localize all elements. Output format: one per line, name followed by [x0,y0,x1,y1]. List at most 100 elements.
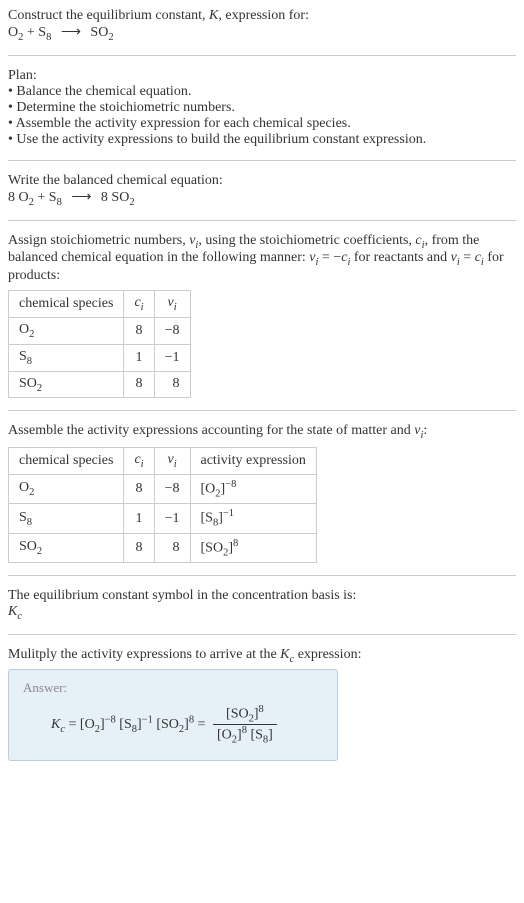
species: S [19,510,27,525]
exponent: −8 [105,714,116,725]
unbalanced-equation: O2 + S8 ⟶ SO2 [8,24,516,43]
subscript: i [141,459,144,470]
exponent: 8 [233,538,238,549]
divider [8,634,516,635]
plan-item: • Determine the stoichiometric numbers. [8,100,516,116]
exponent: 8 [242,725,247,736]
multiply-text: expression: [294,647,361,662]
species: O [19,322,29,337]
term: [SO [226,707,249,722]
table-header-row: chemical species ci νi [9,291,191,318]
divider [8,220,516,221]
species: O [19,480,29,495]
cell-species: O2 [9,317,124,344]
plan-section: Plan: • Balance the chemical equation. •… [8,68,516,148]
cell-activity: [S8]−1 [190,504,316,533]
term: [O [217,728,232,743]
assign-text: , using the stoichiometric coefficients, [198,233,415,248]
cell-nui: −8 [154,474,190,503]
th-ci: ci [124,448,154,475]
assemble-text: : [423,423,427,438]
reaction-arrow: ⟶ [71,189,91,206]
plan-title: Plan: [8,68,516,84]
cell-nui: 8 [154,371,190,398]
balanced-intro: Write the balanced chemical equation: [8,173,516,189]
species: O [19,190,29,205]
cell-ci: 8 [124,533,154,562]
cell-species: SO2 [9,533,124,562]
subscript: 8 [27,356,32,367]
subscript: 2 [29,487,34,498]
subscript: 2 [37,382,42,393]
kc-symbol: Kc [8,604,516,622]
subscript: 2 [108,32,113,43]
answer-equation: Kc = [O2]−8 [S8]−1 [SO2]8 = [SO2]8[O2]8 … [51,704,323,746]
bracket-open: [O [201,482,216,497]
plus: + [23,25,38,40]
answer-label: Answer: [23,680,323,696]
subscript: 2 [129,197,134,208]
basis-section: The equilibrium constant symbol in the c… [8,588,516,622]
exponent: −1 [223,508,234,519]
term: [S [250,728,262,743]
subscript: 2 [29,329,34,340]
table-row: SO2 8 8 [SO2]8 [9,533,317,562]
k-symbol: K [209,8,218,23]
bracket-open: [SO [201,541,224,556]
cell-species: SO2 [9,371,124,398]
denominator: [O2]8 [S8] [213,725,277,745]
term: [SO [156,717,179,732]
species: O [8,25,18,40]
term: [S [119,717,131,732]
divider [8,575,516,576]
coeff: 8 [8,190,19,205]
k-symbol: K [8,604,17,619]
eq-text: = [460,250,475,265]
cell-nui: −1 [154,344,190,371]
th-ci: ci [124,291,154,318]
subscript: i [141,302,144,313]
table-row: S8 1 −1 [9,344,191,371]
stoich-table: chemical species ci νi O2 8 −8 S8 1 −1 S… [8,290,191,398]
intro-text: Construct the equilibrium constant, [8,8,209,23]
k-symbol: K [51,717,60,732]
species: SO [19,539,37,554]
cell-species: S8 [9,504,124,533]
bracket-open: [S [201,511,213,526]
term: [O [80,717,95,732]
k-symbol: K [280,647,289,662]
divider [8,410,516,411]
fraction: [SO2]8[O2]8 [S8] [213,704,277,746]
equals: = [194,717,209,732]
exponent: −1 [142,714,153,725]
assign-text: Assign stoichiometric numbers, [8,233,189,248]
cell-nui: −8 [154,317,190,344]
cell-ci: 8 [124,317,154,344]
th-species: chemical species [9,291,124,318]
th-nui: νi [154,291,190,318]
subscript: 2 [37,546,42,557]
plus: + [34,190,49,205]
eq-text: = − [318,250,341,265]
subscript: 8 [46,32,51,43]
activity-table: chemical species ci νi activity expressi… [8,447,317,563]
subscript: 8 [27,517,32,528]
plan-item: • Balance the chemical equation. [8,84,516,100]
multiply-section: Mulitply the activity expressions to arr… [8,647,516,665]
answer-box: Answer: Kc = [O2]−8 [S8]−1 [SO2]8 = [SO2… [8,669,338,761]
plan-item: • Assemble the activity expression for e… [8,116,516,132]
th-activity: activity expression [190,448,316,475]
th-nui: νi [154,448,190,475]
subscript: 8 [57,197,62,208]
cell-nui: −1 [154,504,190,533]
cell-activity: [SO2]8 [190,533,316,562]
cell-ci: 8 [124,474,154,503]
subscript: i [174,459,177,470]
species: S [49,190,57,205]
cell-species: S8 [9,344,124,371]
assign-section: Assign stoichiometric numbers, νi , using… [8,233,516,399]
assign-text: for reactants and [350,250,450,265]
bracket-close: ] [268,728,273,743]
cell-activity: [O2]−8 [190,474,316,503]
cell-ci: 1 [124,344,154,371]
